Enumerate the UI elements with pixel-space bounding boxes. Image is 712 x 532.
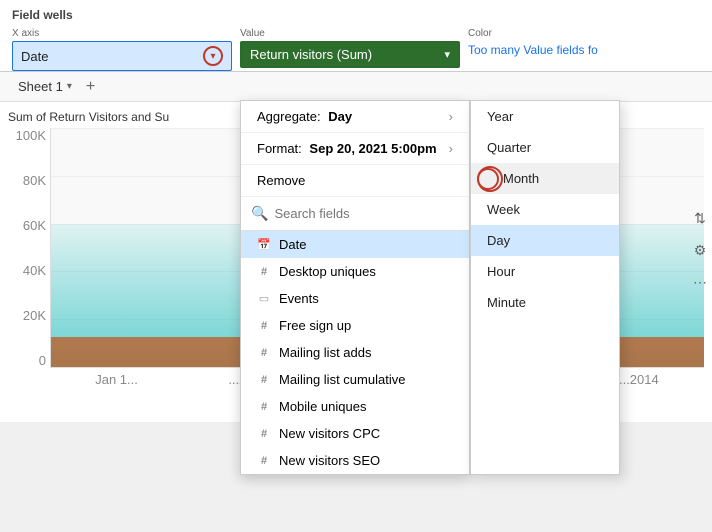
submenu-year-label: Year [487,109,513,124]
y-label-40k: 40K [23,263,46,278]
expand-icon[interactable]: ⇅ [690,208,710,228]
remove-label: Remove [257,173,305,188]
y-label-20k: 20K [23,308,46,323]
field-item-new-visitors-cpc[interactable]: # New visitors CPC [241,420,469,447]
field-item-desktop-uniques[interactable]: # Desktop uniques [241,258,469,285]
hash-icon-6: # [257,427,271,441]
submenu-year[interactable]: Year [471,101,619,132]
sheet-tab-label: Sheet 1 [18,79,63,94]
search-row: 🔍 [241,197,469,231]
y-label-80k: 80K [23,173,46,188]
field-name-new-visitors-seo: New visitors SEO [279,453,380,468]
field-name-free-sign-up: Free sign up [279,318,351,333]
y-label-0: 0 [39,353,46,368]
x-axis-label: X axis [12,28,232,39]
field-item-events[interactable]: ▭ Events [241,285,469,312]
dropdown-right-submenu: Year Quarter Month Week Day Hour Minute [470,100,620,475]
search-input[interactable] [274,206,459,221]
month-highlight-circle [477,168,499,190]
field-name-events: Events [279,291,319,306]
dropdown-left-panel: Aggregate: Day › Format: Sep 20, 2021 5:… [240,100,470,475]
format-arrow-icon: › [449,141,453,156]
value-field: Value Return visitors (Sum) ▾ [240,28,460,71]
search-icon: 🔍 [251,205,268,222]
field-row: X axis Date ▾ Value Return visitors (Sum… [12,28,700,71]
submenu-minute[interactable]: Minute [471,287,619,318]
settings-icon[interactable]: ⚙ [690,240,710,260]
field-name-mobile-uniques: Mobile uniques [279,399,366,414]
hash-icon-7: # [257,454,271,468]
sheet-tab-arrow-icon: ▾ [67,81,72,92]
aggregate-arrow-icon: › [449,109,453,124]
field-item-free-sign-up[interactable]: # Free sign up [241,312,469,339]
format-value: Sep 20, 2021 5:00pm [309,141,436,156]
y-label-100k: 100K [16,128,46,143]
field-item-mailing-list-cumulative[interactable]: # Mailing list cumulative [241,366,469,393]
color-field: Color Too many Value fields fo [468,28,598,71]
field-name-new-visitors-cpc: New visitors CPC [279,426,380,441]
submenu-week[interactable]: Week [471,194,619,225]
events-icon: ▭ [257,292,271,306]
aggregate-value: Day [328,109,352,124]
value-value: Return visitors (Sum) [250,47,372,62]
submenu-quarter[interactable]: Quarter [471,132,619,163]
field-name-desktop-uniques: Desktop uniques [279,264,376,279]
sheet-add-button[interactable]: + [86,78,95,96]
aggregate-item[interactable]: Aggregate: Day › [241,101,469,133]
right-side-icons: ⇅ ⚙ ⋯ [688,200,712,300]
value-dropdown-arrow[interactable]: ▾ [444,48,450,61]
color-label: Color [468,28,598,39]
submenu-minute-label: Minute [487,295,526,310]
field-wells-label: Field wells [12,8,700,22]
y-label-60k: 60K [23,218,46,233]
dropdown-container: Aggregate: Day › Format: Sep 20, 2021 5:… [240,100,620,475]
format-label: Format: Sep 20, 2021 5:00pm [257,141,437,156]
field-name-mailing-list-cumulative: Mailing list cumulative [279,372,405,387]
submenu-day-label: Day [487,233,510,248]
hash-icon-4: # [257,373,271,387]
sheet-tab[interactable]: Sheet 1 ▾ [12,76,78,97]
format-item[interactable]: Format: Sep 20, 2021 5:00pm › [241,133,469,165]
submenu-hour[interactable]: Hour [471,256,619,287]
field-item-date[interactable]: 📅 Date [241,231,469,258]
x-axis-dropdown-arrow[interactable]: ▾ [203,46,223,66]
submenu-month-label: Month [503,171,539,186]
x-axis-field: X axis Date ▾ [12,28,232,71]
color-value: Too many Value fields fo [468,43,598,57]
x-axis-value-box[interactable]: Date ▾ [12,41,232,71]
field-name-date: Date [279,237,306,252]
value-value-box[interactable]: Return visitors (Sum) ▾ [240,41,460,68]
submenu-week-label: Week [487,202,520,217]
field-list: 📅 Date # Desktop uniques ▭ Events # Free… [241,231,469,474]
hash-icon-1: # [257,265,271,279]
value-label: Value [240,28,460,39]
submenu-hour-label: Hour [487,264,515,279]
y-axis-labels: 100K 80K 60K 40K 20K 0 [8,128,50,368]
submenu-quarter-label: Quarter [487,140,531,155]
hash-icon-5: # [257,400,271,414]
submenu-month[interactable]: Month [471,163,619,194]
field-wells-panel: Field wells X axis Date ▾ Value Return v… [0,0,712,72]
field-name-mailing-list-adds: Mailing list adds [279,345,372,360]
aggregate-label: Aggregate: Day [257,109,352,124]
field-item-mailing-list-adds[interactable]: # Mailing list adds [241,339,469,366]
field-item-new-visitors-seo[interactable]: # New visitors SEO [241,447,469,474]
calendar-icon: 📅 [257,238,271,252]
field-item-mobile-uniques[interactable]: # Mobile uniques [241,393,469,420]
remove-item[interactable]: Remove [241,165,469,197]
hash-icon-2: # [257,319,271,333]
submenu-day[interactable]: Day [471,225,619,256]
x-axis-value: Date [21,49,48,64]
sheet-bar: Sheet 1 ▾ + [0,72,712,102]
hash-icon-3: # [257,346,271,360]
more-icon[interactable]: ⋯ [690,272,710,292]
